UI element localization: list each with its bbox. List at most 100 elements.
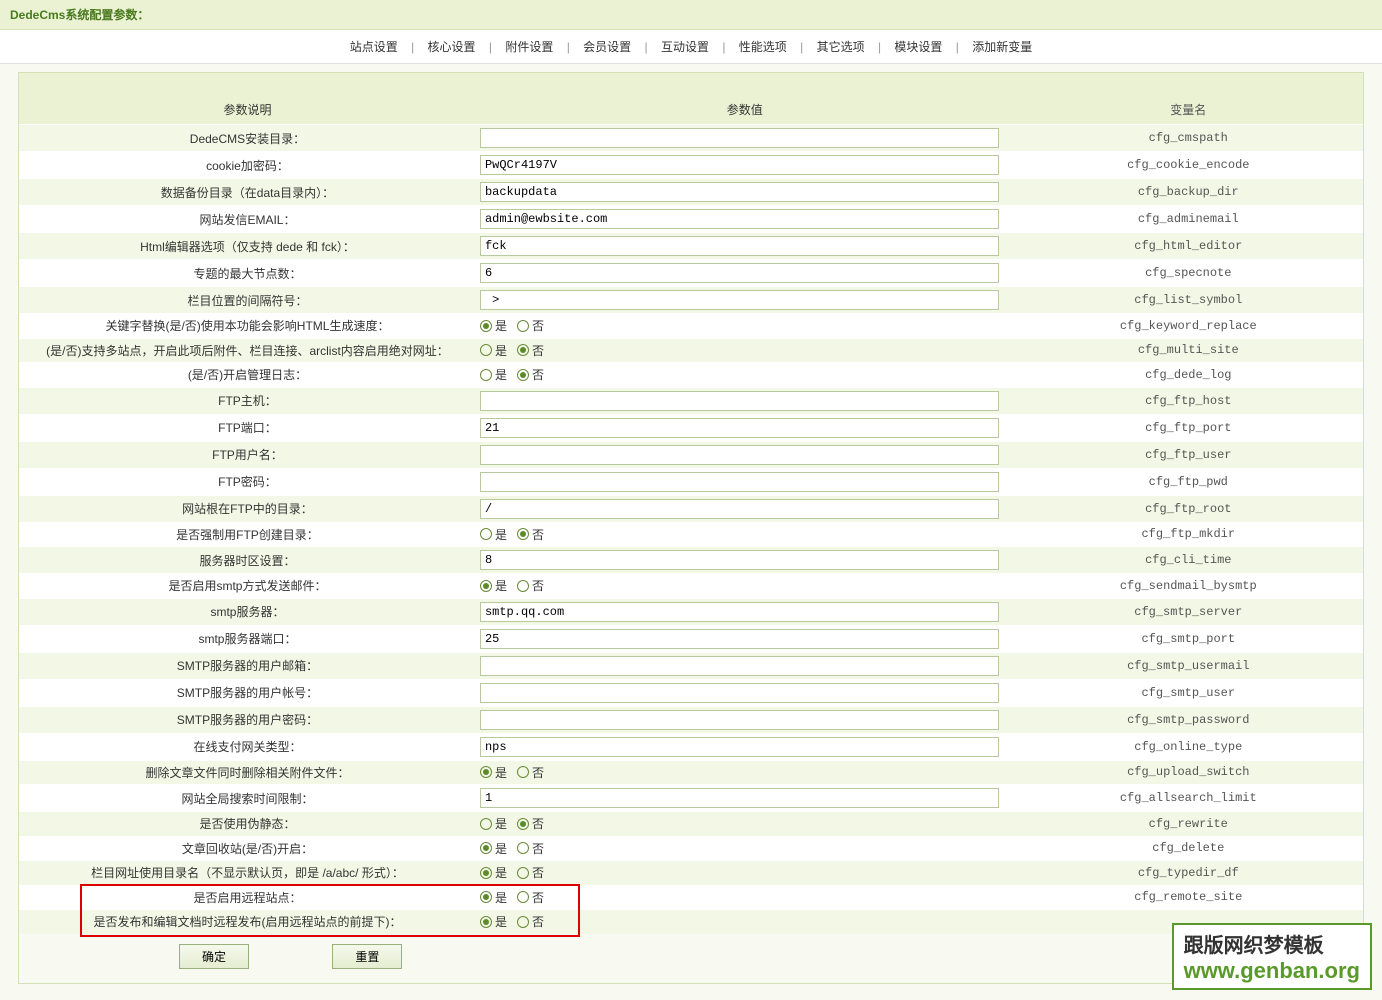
tab-bar: 站点设置 | 核心设置 | 附件设置 | 会员设置 | 互动设置 | 性能选项 … — [0, 30, 1382, 64]
radio-remotepub-yes[interactable]: 是 — [480, 913, 507, 930]
row-ftppwd: FTP密码：cfg_ftp_pwd — [19, 468, 1363, 495]
param-label-remote: 是否启用远程站点： — [19, 885, 476, 910]
var-editor: cfg_html_editor — [1014, 233, 1363, 260]
input-cmspath[interactable] — [480, 128, 999, 148]
radio-remotepub-no[interactable]: 否 — [517, 913, 544, 930]
tab-8[interactable]: 添加新变量 — [962, 40, 1042, 54]
var-typedir: cfg_typedir_df — [1014, 861, 1363, 886]
tab-2[interactable]: 附件设置 — [495, 40, 563, 54]
row-smtpmail: SMTP服务器的用户邮箱：cfg_smtp_usermail — [19, 652, 1363, 679]
input-clitime[interactable] — [480, 550, 999, 570]
input-online[interactable] — [480, 737, 999, 757]
param-label-remotepub: 是否发布和编辑文档时远程发布(启用远程站点的前提下)： — [19, 910, 476, 934]
radio-ftpmkdir-yes[interactable]: 是 — [480, 526, 507, 543]
tab-5[interactable]: 性能选项 — [729, 40, 797, 54]
param-label-editor: Html编辑器选项（仅支持 dede 和 fck）： — [19, 233, 476, 260]
param-label-ftproot: 网站根在FTP中的目录： — [19, 495, 476, 522]
radio-remote-no[interactable]: 否 — [517, 889, 544, 906]
var-smtpmail: cfg_smtp_usermail — [1014, 652, 1363, 679]
watermark-url: www.genban.org — [1184, 958, 1360, 984]
radio-multi-no[interactable]: 否 — [517, 342, 544, 359]
param-label-specnote: 专题的最大节点数： — [19, 260, 476, 287]
radio-typedir-no[interactable]: 否 — [517, 864, 544, 881]
tab-6[interactable]: 其它选项 — [807, 40, 875, 54]
param-label-ftpport: FTP端口： — [19, 414, 476, 441]
radio-multi-yes[interactable]: 是 — [480, 342, 507, 359]
input-ftproot[interactable] — [480, 499, 999, 519]
radio-upswitch-yes[interactable]: 是 — [480, 764, 507, 781]
input-email[interactable] — [480, 209, 999, 229]
var-smtpport: cfg_smtp_port — [1014, 625, 1363, 652]
tab-4[interactable]: 互动设置 — [651, 40, 719, 54]
input-ftppwd[interactable] — [480, 472, 999, 492]
input-smtpmail[interactable] — [480, 656, 999, 676]
input-ftpport[interactable] — [480, 418, 999, 438]
param-label-online: 在线支付网关类型： — [19, 733, 476, 760]
var-allsearch: cfg_allsearch_limit — [1014, 785, 1363, 812]
submit-button[interactable]: 确定 — [179, 944, 249, 969]
var-cmspath: cfg_cmspath — [1014, 125, 1363, 152]
th-var: 变量名 — [1014, 95, 1363, 125]
var-remote: cfg_remote_site — [1014, 885, 1363, 910]
radio-rewrite-yes[interactable]: 是 — [480, 815, 507, 832]
input-smtppwd[interactable] — [480, 710, 999, 730]
param-label-ftpuser: FTP用户名： — [19, 441, 476, 468]
input-smtpport[interactable] — [480, 629, 999, 649]
input-allsearch[interactable] — [480, 788, 999, 808]
radio-kwrep-yes[interactable]: 是 — [480, 317, 507, 334]
input-specnote[interactable] — [480, 263, 999, 283]
row-smtpen: 是否启用smtp方式发送邮件：是否cfg_sendmail_bysmtp — [19, 574, 1363, 599]
param-label-ftpmkdir: 是否强制用FTP创建目录： — [19, 522, 476, 547]
radio-smtpen-yes[interactable]: 是 — [480, 577, 507, 594]
var-specnote: cfg_specnote — [1014, 260, 1363, 287]
tab-7[interactable]: 模块设置 — [884, 40, 952, 54]
var-smtpserver: cfg_smtp_server — [1014, 598, 1363, 625]
param-label-allsearch: 网站全局搜索时间限制： — [19, 785, 476, 812]
radio-kwrep-no[interactable]: 否 — [517, 317, 544, 334]
input-editor[interactable] — [480, 236, 999, 256]
radio-dedelog-yes[interactable]: 是 — [480, 366, 507, 383]
page-header: DedeCms系统配置参数： — [0, 0, 1382, 30]
input-backup[interactable] — [480, 182, 999, 202]
row-editor: Html编辑器选项（仅支持 dede 和 fck）： cfg_html_edito… — [19, 233, 1363, 260]
reset-button[interactable]: 重置 — [332, 944, 402, 969]
param-label-upswitch: 删除文章文件同时删除相关附件文件： — [19, 760, 476, 785]
var-multi: cfg_multi_site — [1014, 338, 1363, 363]
radio-smtpen-no[interactable]: 否 — [517, 577, 544, 594]
param-label-listsym: 栏目位置的间隔符号： — [19, 287, 476, 314]
var-ftproot: cfg_ftp_root — [1014, 495, 1363, 522]
var-dedelog: cfg_dede_log — [1014, 363, 1363, 388]
radio-rewrite-no[interactable]: 否 — [517, 815, 544, 832]
row-email: 网站发信EMAIL：cfg_adminemail — [19, 206, 1363, 233]
param-label-cookie: cookie加密码： — [19, 152, 476, 179]
tab-3[interactable]: 会员设置 — [573, 40, 641, 54]
th-param: 参数说明 — [19, 95, 476, 125]
row-ftpport: FTP端口：cfg_ftp_port — [19, 414, 1363, 441]
var-ftpuser: cfg_ftp_user — [1014, 441, 1363, 468]
row-ftpmkdir: 是否强制用FTP创建目录：是否cfg_ftp_mkdir — [19, 522, 1363, 547]
tab-0[interactable]: 站点设置 — [340, 40, 408, 54]
radio-upswitch-no[interactable]: 否 — [517, 764, 544, 781]
input-listsym[interactable] — [480, 290, 999, 310]
input-cookie[interactable] — [480, 155, 999, 175]
input-smtpserver[interactable] — [480, 602, 999, 622]
row-remote: 是否启用远程站点：是否 cfg_remote_site — [19, 885, 1363, 910]
input-ftpuser[interactable] — [480, 445, 999, 465]
radio-typedir-yes[interactable]: 是 — [480, 864, 507, 881]
input-smtpacc[interactable] — [480, 683, 999, 703]
var-ftppwd: cfg_ftp_pwd — [1014, 468, 1363, 495]
tab-1[interactable]: 核心设置 — [418, 40, 486, 54]
row-typedir: 栏目网址使用目录名（不显示默认页，即是 /a/abc/ 形式）：是否cfg_ty… — [19, 861, 1363, 886]
var-smtpacc: cfg_smtp_user — [1014, 679, 1363, 706]
radio-delete-yes[interactable]: 是 — [480, 840, 507, 857]
radio-dedelog-no[interactable]: 否 — [517, 366, 544, 383]
radio-ftpmkdir-no[interactable]: 否 — [517, 526, 544, 543]
config-table: 参数说明 参数值 变量名 DedeCMS安装目录：cfg_cmspathcook… — [19, 95, 1363, 934]
watermark: 跟版网织梦模板 www.genban.org — [1172, 923, 1372, 990]
radio-remote-yes[interactable]: 是 — [480, 889, 507, 906]
row-smtpacc: SMTP服务器的用户帐号：cfg_smtp_user — [19, 679, 1363, 706]
row-remotepub: 是否发布和编辑文档时远程发布(启用远程站点的前提下)：是否 — [19, 910, 1363, 934]
radio-delete-no[interactable]: 否 — [517, 840, 544, 857]
input-ftphost[interactable] — [480, 391, 999, 411]
param-label-backup: 数据备份目录（在data目录内）： — [19, 179, 476, 206]
